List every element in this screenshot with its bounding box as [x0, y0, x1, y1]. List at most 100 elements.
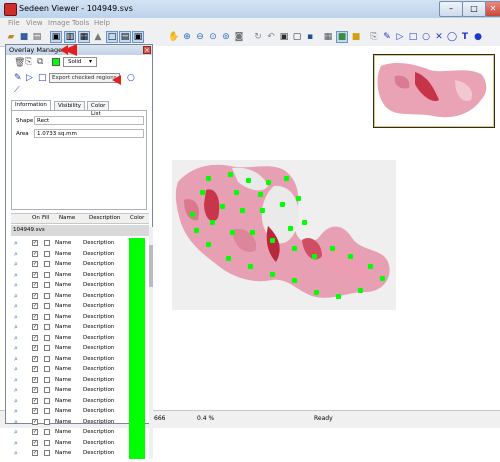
- zoom-to-region-icon[interactable]: ⌕: [14, 365, 18, 374]
- zoom-to-region-icon[interactable]: ⌕: [14, 313, 18, 322]
- row-description[interactable]: Description: [83, 356, 114, 362]
- row-name[interactable]: Name: [55, 335, 71, 341]
- region-marker[interactable]: [380, 276, 385, 281]
- delete-icon[interactable]: 🗑: [14, 58, 25, 68]
- region-marker[interactable]: [266, 180, 271, 185]
- row-name[interactable]: Name: [55, 324, 71, 330]
- row-name[interactable]: Name: [55, 272, 71, 278]
- ellipse-icon[interactable]: ○: [420, 31, 432, 43]
- zoom-actual-icon[interactable]: ⊚: [220, 31, 232, 43]
- on-checkbox[interactable]: ✓: [32, 282, 38, 288]
- row-name[interactable]: Name: [55, 429, 71, 435]
- zoom-to-region-icon[interactable]: ⌕: [14, 302, 18, 311]
- region-marker[interactable]: [234, 190, 239, 195]
- region-marker[interactable]: [368, 264, 373, 269]
- row-name[interactable]: Name: [55, 408, 71, 414]
- row-name[interactable]: Name: [55, 419, 71, 425]
- fill-checkbox[interactable]: [44, 292, 50, 299]
- table-row[interactable]: ⌕ ✓ Name Description: [11, 259, 149, 270]
- table-row[interactable]: ⌕ ✓ Name Description: [11, 332, 149, 343]
- on-checkbox[interactable]: ✓: [32, 261, 38, 267]
- hand-icon[interactable]: ✋: [168, 31, 180, 43]
- row-color-swatch[interactable]: [129, 280, 145, 291]
- row-description[interactable]: Description: [83, 345, 114, 351]
- row-name[interactable]: Name: [55, 240, 71, 246]
- export-icon[interactable]: ⎘: [25, 57, 32, 67]
- region-marker[interactable]: [292, 278, 297, 283]
- row-description[interactable]: Description: [83, 429, 114, 435]
- fill-checkbox[interactable]: [44, 240, 50, 246]
- region-marker[interactable]: [226, 256, 231, 261]
- row-name[interactable]: Name: [55, 261, 71, 267]
- row-name[interactable]: Name: [55, 387, 71, 393]
- row-description[interactable]: Description: [83, 293, 114, 299]
- minimize-button[interactable]: –: [439, 1, 463, 17]
- row-color-swatch[interactable]: [129, 374, 145, 385]
- zoom-fit-icon[interactable]: ⊙: [207, 31, 219, 43]
- pen-tool-icon[interactable]: ✎: [14, 73, 22, 83]
- table-row[interactable]: ⌕ ✓ Name Description: [11, 374, 149, 385]
- layers-icon[interactable]: ⧉: [37, 57, 43, 67]
- zoom-to-region-icon[interactable]: ⌕: [14, 239, 18, 248]
- fill-checkbox[interactable]: [44, 387, 50, 393]
- row-description[interactable]: Description: [83, 261, 114, 267]
- row-color-swatch[interactable]: [129, 301, 145, 312]
- region-marker[interactable]: [228, 172, 233, 177]
- row-name[interactable]: Name: [55, 293, 71, 299]
- row-name[interactable]: Name: [55, 366, 71, 372]
- row-description[interactable]: Description: [83, 303, 114, 309]
- row-color-swatch[interactable]: [129, 385, 145, 396]
- fill-checkbox[interactable]: [44, 397, 50, 404]
- row-description[interactable]: Description: [83, 408, 114, 414]
- row-name[interactable]: Name: [55, 356, 71, 362]
- table-row[interactable]: ⌕ ✓ Name Description: [11, 427, 149, 438]
- on-checkbox[interactable]: ✓: [32, 418, 38, 425]
- region-marker[interactable]: [284, 176, 289, 181]
- window-icon[interactable]: ▢: [291, 31, 303, 43]
- fill-checkbox[interactable]: [44, 450, 50, 456]
- row-color-swatch[interactable]: [129, 332, 145, 343]
- table-row[interactable]: ⌕ ✓ Name Description: [11, 322, 149, 333]
- region-marker[interactable]: [246, 178, 251, 183]
- row-color-swatch[interactable]: [129, 290, 145, 301]
- open-folder-icon[interactable]: ▰: [5, 31, 17, 43]
- menu-image[interactable]: Image: [48, 19, 70, 27]
- region-marker[interactable]: [280, 202, 285, 207]
- table-row[interactable]: ⌕ ✓ Name Description: [11, 301, 149, 312]
- region-marker[interactable]: [348, 254, 353, 259]
- table-row[interactable]: ⌕ ✓ Name Description: [11, 238, 149, 249]
- region-marker[interactable]: [206, 242, 211, 247]
- row-description[interactable]: Description: [83, 419, 114, 425]
- table-row[interactable]: ⌕ ✓ Name Description: [11, 448, 149, 459]
- region-marker[interactable]: [230, 230, 235, 235]
- table-row[interactable]: ⌕ ✓ Name Description: [11, 311, 149, 322]
- scrollbar-thumb[interactable]: [149, 245, 153, 287]
- on-checkbox[interactable]: ✓: [32, 240, 38, 246]
- row-color-swatch[interactable]: [129, 311, 145, 322]
- tool-icon[interactable]: ▲: [92, 31, 104, 43]
- region-marker[interactable]: [194, 228, 199, 233]
- overlay-toggle-icon[interactable]: ▦: [78, 31, 90, 43]
- region-marker[interactable]: [206, 176, 211, 181]
- table-row[interactable]: ⌕ ✓ Name Description: [11, 248, 149, 259]
- row-description[interactable]: Description: [83, 324, 114, 330]
- rotate-icon[interactable]: ↻: [252, 31, 264, 43]
- header-description[interactable]: Description: [89, 215, 120, 221]
- tab-visibility[interactable]: Visibility: [54, 101, 86, 110]
- region-marker[interactable]: [250, 230, 255, 235]
- fill-checkbox[interactable]: [44, 418, 50, 425]
- polygon-icon[interactable]: ▷: [394, 31, 406, 43]
- fill-checkbox[interactable]: [44, 429, 50, 435]
- on-checkbox[interactable]: ✓: [32, 292, 38, 299]
- menu-view[interactable]: View: [26, 19, 43, 27]
- monitor-icon[interactable]: ▪: [304, 31, 316, 43]
- on-checkbox[interactable]: ✓: [32, 250, 38, 257]
- row-description[interactable]: Description: [83, 450, 114, 456]
- region-marker[interactable]: [302, 220, 307, 225]
- region-marker[interactable]: [248, 264, 253, 269]
- header-on[interactable]: On: [32, 215, 40, 221]
- row-name[interactable]: Name: [55, 345, 71, 351]
- fill-checkbox[interactable]: [44, 324, 50, 330]
- zoom-in-icon[interactable]: ⊕: [181, 31, 193, 43]
- row-color-swatch[interactable]: [129, 238, 145, 249]
